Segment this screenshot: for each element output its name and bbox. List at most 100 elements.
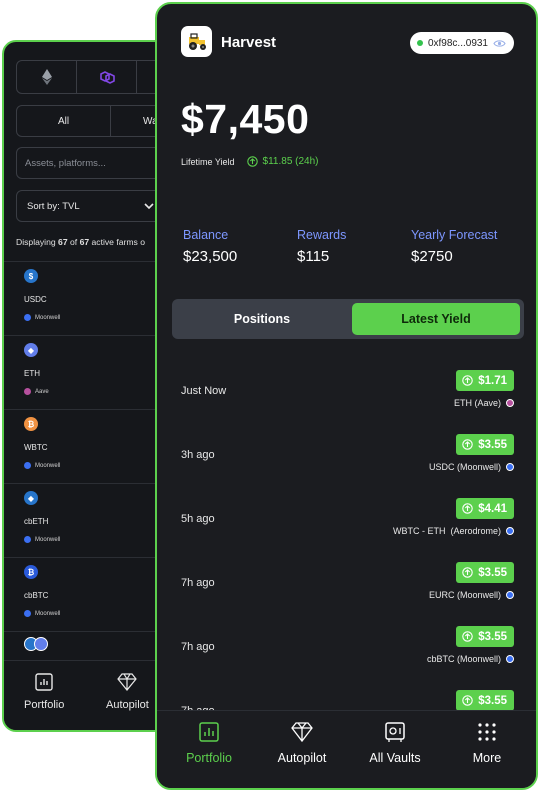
moonwell-icon bbox=[506, 591, 514, 599]
portfolio-screen: Harvest 0xf98c...0931 $7,450 Lifetime Yi… bbox=[155, 2, 538, 790]
note-prefix: Displaying bbox=[16, 237, 59, 247]
lifetime-change-value: $11.85 (24h) bbox=[262, 156, 319, 167]
usdc-icon: $ bbox=[24, 269, 38, 283]
polygon-icon bbox=[99, 71, 115, 84]
stat-label: Yearly Forecast bbox=[411, 228, 498, 242]
nav-label: More bbox=[472, 751, 502, 765]
yield-time: 7h ago bbox=[181, 641, 215, 653]
harvest-logo bbox=[181, 26, 212, 57]
stat-rewards: Rewards $115 bbox=[297, 228, 346, 265]
asset-label: ETH (Aave) bbox=[453, 398, 501, 408]
nav-label: Portfolio bbox=[24, 699, 65, 711]
farm-platform: Aave bbox=[24, 388, 49, 395]
yield-amount: $1.71 bbox=[478, 374, 507, 387]
farm-asset: cbBTC bbox=[24, 591, 49, 600]
asset-label: WBTC - ETH (Aerodrome) bbox=[392, 526, 501, 536]
nav-autopilot[interactable]: Autopilot bbox=[262, 721, 342, 765]
tab-latest-yield[interactable]: Latest Yield bbox=[352, 303, 520, 335]
platform-label: Moonwell bbox=[35, 610, 61, 617]
lifetime-yield-label: Lifetime Yield bbox=[181, 156, 235, 167]
stat-value: $2750 bbox=[411, 248, 453, 265]
moonwell-icon bbox=[506, 463, 514, 471]
yield-asset: EURC (Moonwell) bbox=[429, 590, 514, 600]
farm-asset: WBTC bbox=[24, 443, 48, 452]
farm-asset: ETH bbox=[24, 369, 40, 378]
yield-amount-badge: $4.41 bbox=[456, 498, 514, 519]
nav-label: Autopilot bbox=[277, 751, 327, 765]
farm-asset: cbETH bbox=[24, 517, 49, 526]
ethereum-icon bbox=[41, 69, 52, 85]
farm-platform: Moonwell bbox=[24, 536, 60, 543]
asset-label: USDC (Moonwell) bbox=[428, 462, 501, 472]
nav-label: All Vaults bbox=[369, 751, 421, 765]
moonwell-icon bbox=[24, 462, 31, 469]
asset-label: cbBTC (Moonwell) bbox=[426, 654, 501, 664]
yield-time: 7h ago bbox=[181, 577, 215, 589]
note-suffix: active farms o bbox=[89, 237, 146, 247]
yield-amount-badge: $3.55 bbox=[456, 434, 514, 455]
eth-icon bbox=[34, 637, 48, 651]
farm-platform: Moonwell bbox=[24, 610, 60, 617]
filter-all[interactable]: All bbox=[17, 106, 111, 136]
arrow-up-circle-icon bbox=[246, 156, 258, 167]
chain-polygon[interactable] bbox=[77, 61, 137, 93]
arrow-up-circle-icon bbox=[462, 695, 473, 706]
platform-label: Aave bbox=[35, 388, 49, 395]
stat-label: Rewards bbox=[297, 228, 347, 242]
wallet-address: 0xf98c...0931 bbox=[427, 37, 488, 49]
list-item[interactable]: Just Now $1.71 ETH (Aave) bbox=[157, 356, 536, 420]
farm-platform: Moonwell bbox=[24, 314, 60, 321]
lifetime-yield-amount: $7,450 bbox=[181, 96, 310, 142]
eth-icon: ◆ bbox=[24, 343, 38, 357]
list-item[interactable]: 3h ago $3.55 USDC (Moonwell) bbox=[157, 420, 536, 484]
yield-time: Just Now bbox=[181, 385, 227, 397]
diamond-icon bbox=[291, 722, 313, 743]
yield-asset: USDC (Moonwell) bbox=[429, 462, 514, 472]
arrow-up-circle-icon bbox=[462, 503, 473, 514]
list-item[interactable]: 7h ago $3.55 cbBTC (Moonwell) bbox=[157, 612, 536, 676]
asset-label: EURC (Moonwell) bbox=[428, 590, 501, 600]
list-item[interactable]: 7h ago $3.55 EURC (Moonwell) bbox=[157, 548, 536, 612]
diamond-icon bbox=[117, 673, 138, 691]
wbtc-icon: ₿ bbox=[24, 417, 38, 431]
app-title: Harvest bbox=[221, 34, 277, 51]
pair-icons bbox=[24, 637, 48, 651]
note-middle: of bbox=[67, 237, 80, 247]
yield-amount-badge: $3.55 bbox=[456, 626, 514, 647]
nav-label: Portfolio bbox=[186, 751, 232, 765]
back-nav-portfolio[interactable]: Portfolio bbox=[24, 673, 64, 711]
farm-platform: Moonwell bbox=[24, 462, 60, 469]
nav-all-vaults[interactable]: All Vaults bbox=[355, 721, 435, 765]
cbeth-icon: ◆ bbox=[24, 491, 38, 505]
aave-icon bbox=[24, 388, 31, 395]
yield-amount-badge: $3.55 bbox=[456, 562, 514, 583]
yield-amount: $4.41 bbox=[478, 502, 507, 515]
yield-asset: WBTC - ETH (Aerodrome) bbox=[393, 526, 514, 536]
arrow-up-circle-icon bbox=[462, 567, 473, 578]
chain-ethereum[interactable] bbox=[17, 61, 77, 93]
moonwell-icon bbox=[24, 610, 31, 617]
sort-label: Sort by: TVL bbox=[27, 200, 80, 212]
nav-portfolio[interactable]: Portfolio bbox=[169, 721, 249, 765]
yield-amount-badge: $1.71 bbox=[456, 370, 514, 391]
bottom-nav: Portfolio Autopilot All Vaults More bbox=[157, 710, 536, 788]
note-total: 67 bbox=[79, 237, 90, 247]
moonwell-icon bbox=[24, 314, 31, 321]
eye-icon[interactable] bbox=[493, 39, 506, 48]
yield-time: 5h ago bbox=[181, 513, 215, 525]
chevron-down-icon bbox=[144, 203, 154, 210]
moonwell-icon bbox=[506, 655, 514, 663]
wallet-button[interactable]: 0xf98c...0931 bbox=[409, 32, 514, 54]
note-count: 67 bbox=[58, 237, 68, 247]
arrow-up-circle-icon bbox=[462, 631, 473, 642]
stat-balance: Balance $23,500 bbox=[183, 228, 237, 265]
stat-value: $115 bbox=[297, 248, 330, 265]
list-item[interactable]: 5h ago $4.41 WBTC - ETH (Aerodrome) bbox=[157, 484, 536, 548]
cbbtc-icon: ₿ bbox=[24, 565, 38, 579]
sort-dropdown[interactable]: Sort by: TVL bbox=[16, 190, 162, 222]
view-toggle: Positions Latest Yield bbox=[172, 299, 524, 339]
yield-amount: $3.55 bbox=[478, 630, 507, 643]
nav-more[interactable]: More bbox=[447, 721, 527, 765]
back-nav-autopilot[interactable]: Autopilot bbox=[106, 673, 149, 711]
tab-positions[interactable]: Positions bbox=[176, 303, 348, 335]
